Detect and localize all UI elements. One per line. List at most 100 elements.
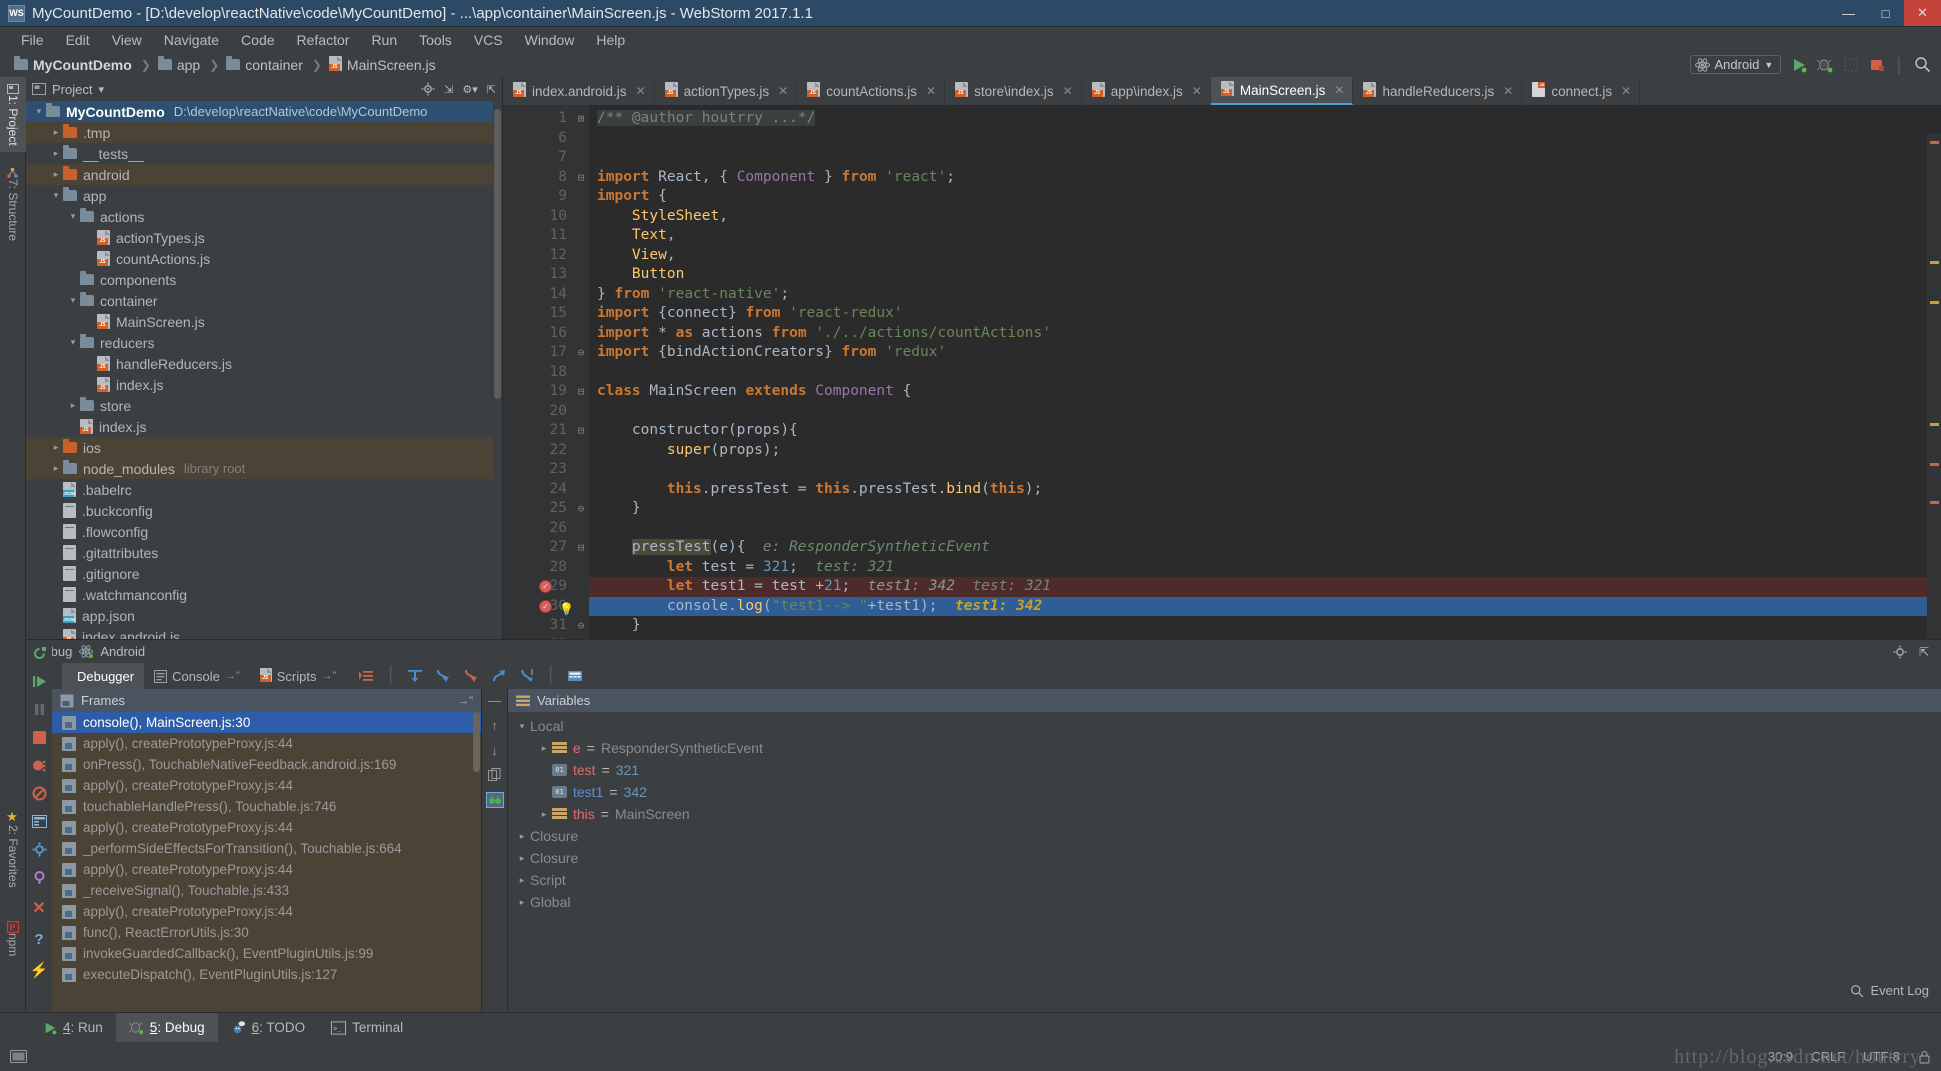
code-line[interactable]: import {bindActionCreators} from 'redux' (589, 343, 1941, 363)
line-number[interactable]: 16 (503, 324, 573, 344)
close-icon[interactable]: ✕ (926, 84, 936, 98)
frame-item[interactable]: _receiveSignal(), Touchable.js:433 (52, 880, 481, 901)
tree-node[interactable]: JS actionTypes.js (26, 227, 502, 248)
line-number[interactable]: 25 (503, 499, 573, 519)
tree-node[interactable]: ▾ reducers (26, 332, 502, 353)
line-number[interactable]: 7 (503, 148, 573, 168)
frame-item[interactable]: console(), MainScreen.js:30 (52, 712, 481, 733)
debug-icon[interactable] (1817, 57, 1833, 73)
line-number[interactable]: 13 (503, 265, 573, 285)
tree-node[interactable]: ▸ node_modules library root (26, 458, 502, 479)
variable-row[interactable]: test = 321 (508, 759, 1941, 781)
editor-tab[interactable]: JS MainScreen.js ✕ (1210, 77, 1354, 105)
frame-item[interactable]: apply(), createPrototypeProxy.js:44 (52, 775, 481, 796)
frame-item[interactable]: apply(), createPrototypeProxy.js:44 (52, 859, 481, 880)
fold-toggle-icon[interactable]: ⊞ (573, 109, 589, 129)
line-number[interactable]: 20 (503, 402, 573, 422)
line-number[interactable]: 26 (503, 519, 573, 539)
line-number[interactable]: 29 (503, 577, 573, 597)
tree-node[interactable]: JSON app.json (26, 605, 502, 626)
chevron-right-icon[interactable]: ▸ (49, 148, 63, 159)
chevron-right-icon[interactable]: ▸ (536, 743, 552, 754)
editor-gutter[interactable]: 1 6 7 8 9 10 11 12 13 14 15 16 17 18 19 20 21 22 23 24 25 26 2… (503, 105, 574, 653)
editor-tab[interactable]: JS connect.js ✕ (1522, 77, 1641, 105)
breakpoint-icon[interactable] (539, 599, 552, 613)
breadcrumb-item-project[interactable]: MyCountDemo (14, 55, 132, 73)
code-line[interactable]: let test1 = test +21; test1: 342 test: 3… (589, 577, 1941, 597)
pin-tab-icon[interactable]: →" (225, 670, 240, 682)
editor-marker-bar[interactable] (1927, 133, 1941, 639)
tree-node[interactable]: .gitattributes (26, 542, 502, 563)
code-line[interactable]: constructor(props){ (589, 421, 1941, 441)
frame-item[interactable]: apply(), createPrototypeProxy.js:44 (52, 733, 481, 754)
code-line[interactable]: StyleSheet, (589, 207, 1941, 227)
close-icon[interactable]: ✕ (636, 84, 646, 98)
close-icon[interactable]: ✕ (1334, 83, 1344, 97)
line-number[interactable]: 1 (503, 109, 573, 129)
code-line[interactable] (589, 363, 1941, 383)
chevron-down-icon[interactable]: ▾ (66, 295, 80, 306)
line-number[interactable]: 22 (503, 441, 573, 461)
code-line[interactable]: import {connect} from 'react-redux' (589, 304, 1941, 324)
sidebar-tab-npm[interactable]: npm (0, 911, 26, 962)
step-out-icon[interactable] (490, 667, 508, 685)
variable-row[interactable]: ▸ this = MainScreen (508, 803, 1941, 825)
resume-program-icon[interactable] (32, 674, 47, 689)
rerun-icon[interactable] (32, 646, 47, 661)
sidebar-tab-structure[interactable]: 7: Structure (0, 161, 26, 247)
settings-icon[interactable] (1893, 645, 1907, 659)
tab-debugger[interactable]: Debugger (62, 663, 145, 689)
chevron-down-icon[interactable]: ▾ (49, 190, 63, 201)
view-as-icon[interactable] (485, 792, 504, 808)
step-over-icon[interactable] (406, 667, 424, 685)
breadcrumb-item-container[interactable]: container (226, 55, 303, 73)
breadcrumb-item-file[interactable]: JS MainScreen.js (328, 55, 436, 74)
variables-tree[interactable]: ▾Local ▸ e = ResponderSyntheticEventtest = 321… (508, 712, 1941, 1012)
fold-toggle-icon[interactable]: ⊟ (573, 168, 589, 188)
frame-item[interactable]: onPress(), TouchableNativeFeedback.andro… (52, 754, 481, 775)
status-bar-icon[interactable] (10, 1049, 27, 1064)
code-line[interactable]: this.pressTest = this.pressTest.bind(thi… (589, 480, 1941, 500)
bottom-tab-debug[interactable]: 5: Debug (115, 1013, 218, 1042)
arrow-down-icon[interactable]: ↓ (491, 743, 498, 758)
minus-icon[interactable]: — (488, 693, 501, 708)
close-icon[interactable]: ✕ (778, 84, 788, 98)
code-line[interactable]: Text, (589, 226, 1941, 246)
menu-view[interactable]: View (101, 30, 153, 50)
tree-node[interactable]: JS index.android.js (26, 626, 502, 639)
chevron-right-icon[interactable]: ▸ (49, 442, 63, 453)
lock-icon[interactable] (1918, 1050, 1931, 1064)
tree-node[interactable]: .buckconfig (26, 500, 502, 521)
close-button[interactable]: ✕ (1904, 0, 1941, 26)
code-line[interactable]: import * as actions from './../actions/c… (589, 324, 1941, 344)
frame-item[interactable]: executeDispatch(), EventPluginUtils.js:1… (52, 964, 481, 985)
frames-scrollbar[interactable] (472, 712, 481, 1012)
pin-tab-icon[interactable]: →" (321, 670, 336, 682)
menu-file[interactable]: File (10, 30, 55, 50)
line-number[interactable]: 8 (503, 168, 573, 188)
frame-item[interactable]: _performSideEffectsForTransition(), Touc… (52, 838, 481, 859)
frame-item[interactable]: apply(), createPrototypeProxy.js:44 (52, 901, 481, 922)
close-icon[interactable]: ✕ (1503, 84, 1513, 98)
sidebar-tab-favorites[interactable]: ★ 2: Favorites (0, 800, 26, 894)
code-line[interactable]: } (589, 499, 1941, 519)
editor-tab[interactable]: JS countActions.js ✕ (797, 77, 946, 105)
tab-console[interactable]: Console →" (144, 663, 250, 689)
frame-item[interactable]: invokeGuardedCallback(), EventPluginUtil… (52, 943, 481, 964)
step-into-icon[interactable] (434, 667, 452, 685)
bottom-tab-todo[interactable]: 6: TODO (218, 1013, 319, 1042)
editor-tab[interactable]: JS index.android.js ✕ (503, 77, 655, 105)
line-number[interactable]: 15 (503, 304, 573, 324)
fold-toggle-icon[interactable]: ⊟ (573, 382, 589, 402)
menu-code[interactable]: Code (230, 30, 285, 50)
line-number[interactable]: 23 (503, 460, 573, 480)
frames-list[interactable]: console(), MainScreen.js:30 apply(), crea… (52, 712, 481, 1012)
tree-node[interactable]: .watchmanconfig (26, 584, 502, 605)
menu-run[interactable]: Run (360, 30, 408, 50)
code-line[interactable]: super(props); (589, 441, 1941, 461)
code-line[interactable] (589, 460, 1941, 480)
line-number[interactable]: 28 (503, 558, 573, 578)
code-line[interactable]: console.log("test1--> "+test1); test1: 3… (589, 596, 1941, 616)
project-tree-scrollbar[interactable] (493, 101, 502, 639)
tree-node[interactable]: .gitignore (26, 563, 502, 584)
